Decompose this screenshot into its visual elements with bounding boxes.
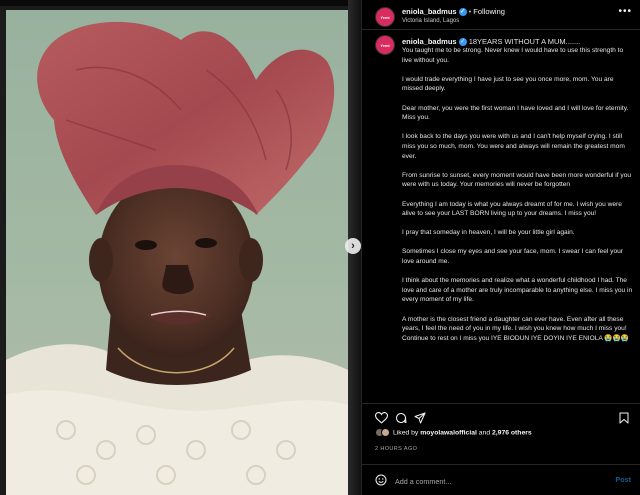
caption-paragraph: I pray that someday in heaven, I will be… bbox=[402, 229, 575, 237]
others-likes-link[interactable]: 2,976 others bbox=[492, 429, 532, 436]
caption-paragraph: I would trade everything I have just to … bbox=[402, 75, 614, 93]
avatar-text: Yemi bbox=[380, 14, 390, 20]
verified-badge-icon: ✓ bbox=[458, 38, 467, 47]
separator-dot: • bbox=[468, 7, 472, 16]
post-side-panel: Yemi eniola_badmus ✓ • Following Victoria I… bbox=[361, 0, 640, 495]
caption-paragraph: I look back to the days you were with us… bbox=[402, 133, 625, 160]
caption: Yemi eniola_badmus ✓ 18YEARS WITHOUT A MU… bbox=[362, 32, 640, 397]
post-header: Yemi eniola_badmus ✓ • Following Victoria I… bbox=[362, 0, 640, 30]
caption-body: You taught me to be strong. Never knew I… bbox=[402, 46, 634, 353]
avatar[interactable]: Yemi bbox=[375, 7, 395, 27]
caption-first-line: 18YEARS WITHOUT A MUM....... bbox=[468, 37, 581, 46]
bookmark-icon[interactable] bbox=[619, 412, 629, 424]
liker-avatar[interactable] bbox=[381, 428, 390, 437]
header-line: eniola_badmus ✓ • Following bbox=[402, 7, 505, 17]
location-link[interactable]: Victoria Island, Lagos bbox=[402, 18, 459, 24]
liked-by-prefix: Liked by bbox=[393, 429, 419, 437]
comment-input[interactable] bbox=[395, 474, 585, 488]
photo-frame bbox=[0, 6, 355, 495]
post-timestamp[interactable]: 2 HOURS AGO bbox=[375, 446, 417, 452]
caption-header: eniola_badmus ✓ 18YEARS WITHOUT A MUM....… bbox=[402, 37, 581, 47]
action-bar bbox=[362, 403, 640, 425]
following-button[interactable]: Following bbox=[473, 7, 505, 16]
caption-paragraph: From sunrise to sunset, every moment wou… bbox=[402, 171, 632, 189]
share-icon[interactable] bbox=[414, 412, 426, 424]
chevron-right-icon: › bbox=[351, 240, 355, 252]
heart-icon[interactable] bbox=[375, 412, 388, 424]
caption-username-link[interactable]: eniola_badmus bbox=[402, 37, 457, 46]
caption-avatar[interactable]: Yemi bbox=[375, 35, 395, 55]
more-options-icon[interactable]: ••• bbox=[618, 6, 632, 17]
caption-paragraph: I think about the memories and realize w… bbox=[402, 277, 633, 304]
caption-paragraph: A mother is the closest friend a daughte… bbox=[402, 315, 629, 342]
caption-paragraph: Everything I am today is what you always… bbox=[402, 200, 622, 218]
username-link[interactable]: eniola_badmus bbox=[402, 7, 457, 16]
post-comment-button[interactable]: Post bbox=[615, 475, 631, 484]
avatar-text: Yemi bbox=[380, 42, 390, 48]
portrait-illustration bbox=[6, 10, 348, 495]
emoji-icon[interactable] bbox=[375, 474, 387, 486]
caption-paragraph: You taught me to be strong. Never knew I… bbox=[402, 47, 624, 64]
comment-icon[interactable] bbox=[395, 412, 407, 424]
verified-badge-icon: ✓ bbox=[458, 8, 467, 17]
post-photo bbox=[6, 10, 348, 495]
caption-paragraph: Sometimes I close my eyes and see your f… bbox=[402, 248, 623, 266]
next-image-button[interactable]: › bbox=[345, 238, 361, 254]
likes-summary: Liked by moyolawalofficial and 2,976 oth… bbox=[375, 428, 532, 437]
comment-bar: Post bbox=[362, 464, 640, 495]
caption-paragraph: Dear mother, you were the first woman I … bbox=[402, 104, 629, 122]
post-media: › bbox=[0, 0, 361, 495]
liked-by-user-link[interactable]: moyolawalofficial bbox=[420, 429, 477, 436]
liked-by-and: and bbox=[478, 429, 491, 437]
